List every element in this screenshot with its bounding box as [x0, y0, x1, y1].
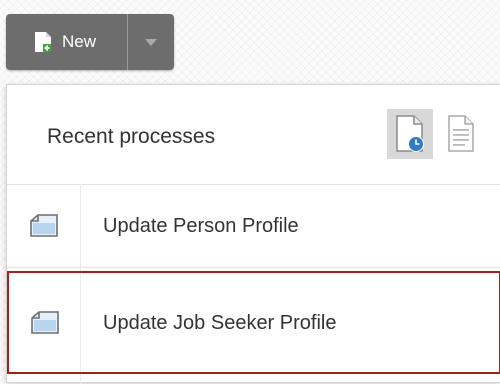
recent-processes-dropdown: Recent processes Update Person Profile U… [6, 84, 500, 384]
recent-view-toggle[interactable] [387, 109, 433, 159]
dropdown-header: Recent processes [7, 85, 500, 184]
item-label: Update Person Profile [103, 215, 299, 237]
document-list-icon [448, 115, 474, 152]
list-view-toggle[interactable] [442, 109, 480, 159]
process-form-icon [31, 310, 59, 334]
recent-document-icon [396, 115, 424, 152]
dropdown-title: Recent processes [47, 125, 216, 148]
process-form-icon [30, 214, 58, 237]
new-dropdown-toggle[interactable] [128, 14, 174, 70]
recent-process-item[interactable]: Update Person Profile [7, 185, 500, 267]
new-button-label: New [62, 32, 97, 51]
recent-process-item-selected[interactable]: Update Job Seeker Profile [7, 271, 500, 374]
new-button[interactable]: New [6, 14, 127, 70]
new-document-icon [35, 32, 51, 52]
item-icon-cell [9, 310, 81, 336]
item-icon-cell [7, 213, 81, 239]
item-separator [7, 267, 500, 268]
item-label: Update Job Seeker Profile [103, 311, 337, 334]
chevron-down-icon [145, 38, 157, 46]
new-split-button: New [6, 14, 174, 70]
